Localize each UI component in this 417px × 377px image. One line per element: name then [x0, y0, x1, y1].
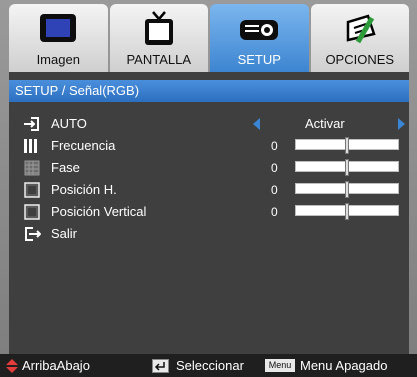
tab-label: OPCIONES [325, 52, 395, 67]
menu-item-label: Fase [51, 160, 80, 175]
select-hint: Seleccionar [176, 358, 244, 373]
frecuencia-slider[interactable] [295, 137, 399, 154]
settings-panel: SETUP / Señal(RGB) AUTO Activar Frecuenc… [9, 72, 409, 354]
monitor-icon [40, 14, 77, 42]
tv-icon [144, 11, 173, 45]
menu-item-label: Frecuencia [51, 138, 116, 153]
auto-value: Activar [305, 116, 345, 131]
up-down-arrow-icon [6, 359, 18, 373]
posicion-h-slider[interactable] [295, 181, 399, 198]
bars-icon [24, 139, 37, 153]
status-bar: ArribaAbajo Seleccionar Menu Menu Apagad… [0, 354, 417, 377]
slider-thumb[interactable] [345, 181, 349, 198]
menu-item-label: Salir [51, 226, 78, 241]
tab-pantalla[interactable]: PANTALLA [109, 4, 208, 72]
frecuencia-value: 0 [271, 139, 278, 153]
tab-label: Imagen [36, 52, 80, 67]
right-arrow-icon[interactable] [398, 118, 405, 130]
exit-icon [25, 227, 41, 241]
fase-value: 0 [271, 161, 278, 175]
breadcrumb: SETUP / Señal(RGB) [9, 80, 409, 102]
slider-thumb[interactable] [345, 159, 349, 176]
menu-key-icon: Menu [265, 359, 295, 372]
menu-item-frecuencia[interactable]: Frecuencia 0 [9, 135, 409, 157]
menu-item-label: AUTO [51, 116, 87, 131]
menu-item-auto[interactable]: AUTO Activar [9, 113, 409, 135]
left-arrow-icon[interactable] [253, 118, 260, 130]
menu-item-posicion-h[interactable]: Posición H. 0 [9, 179, 409, 201]
tab-imagen[interactable]: Imagen [9, 4, 108, 72]
menu-item-salir[interactable]: Salir [9, 223, 409, 245]
nav-hint: ArribaAbajo [22, 358, 90, 373]
projector-icon [240, 20, 279, 40]
tab-opciones[interactable]: OPCIONES [310, 4, 409, 72]
posicion-vertical-slider[interactable] [295, 203, 399, 220]
square-icon [24, 182, 40, 198]
menu-hint: Menu Apagado [300, 358, 388, 373]
enter-key-icon [152, 359, 169, 373]
options-icon [346, 14, 376, 44]
tab-setup[interactable]: SETUP [210, 4, 309, 72]
tab-label: SETUP [237, 52, 281, 67]
square2-icon [24, 204, 40, 220]
projector-osd: Imagen PANTALLA SETUP OPCIONES SETUP / S… [0, 0, 417, 377]
posicion-h-value: 0 [271, 183, 278, 197]
signal-in-icon [24, 117, 39, 131]
grid-icon [24, 160, 40, 176]
menu-item-label: Posición Vertical [51, 204, 147, 219]
posicion-vertical-value: 0 [271, 205, 278, 219]
menu-tabs: Imagen PANTALLA SETUP OPCIONES [9, 4, 409, 72]
menu-item-posicion-vertical[interactable]: Posición Vertical 0 [9, 201, 409, 223]
fase-slider[interactable] [295, 159, 399, 176]
slider-thumb[interactable] [345, 203, 349, 220]
menu-item-fase[interactable]: Fase 0 [9, 157, 409, 179]
menu-item-label: Posición H. [51, 182, 117, 197]
slider-thumb[interactable] [345, 137, 349, 154]
tab-label: PANTALLA [126, 52, 192, 67]
